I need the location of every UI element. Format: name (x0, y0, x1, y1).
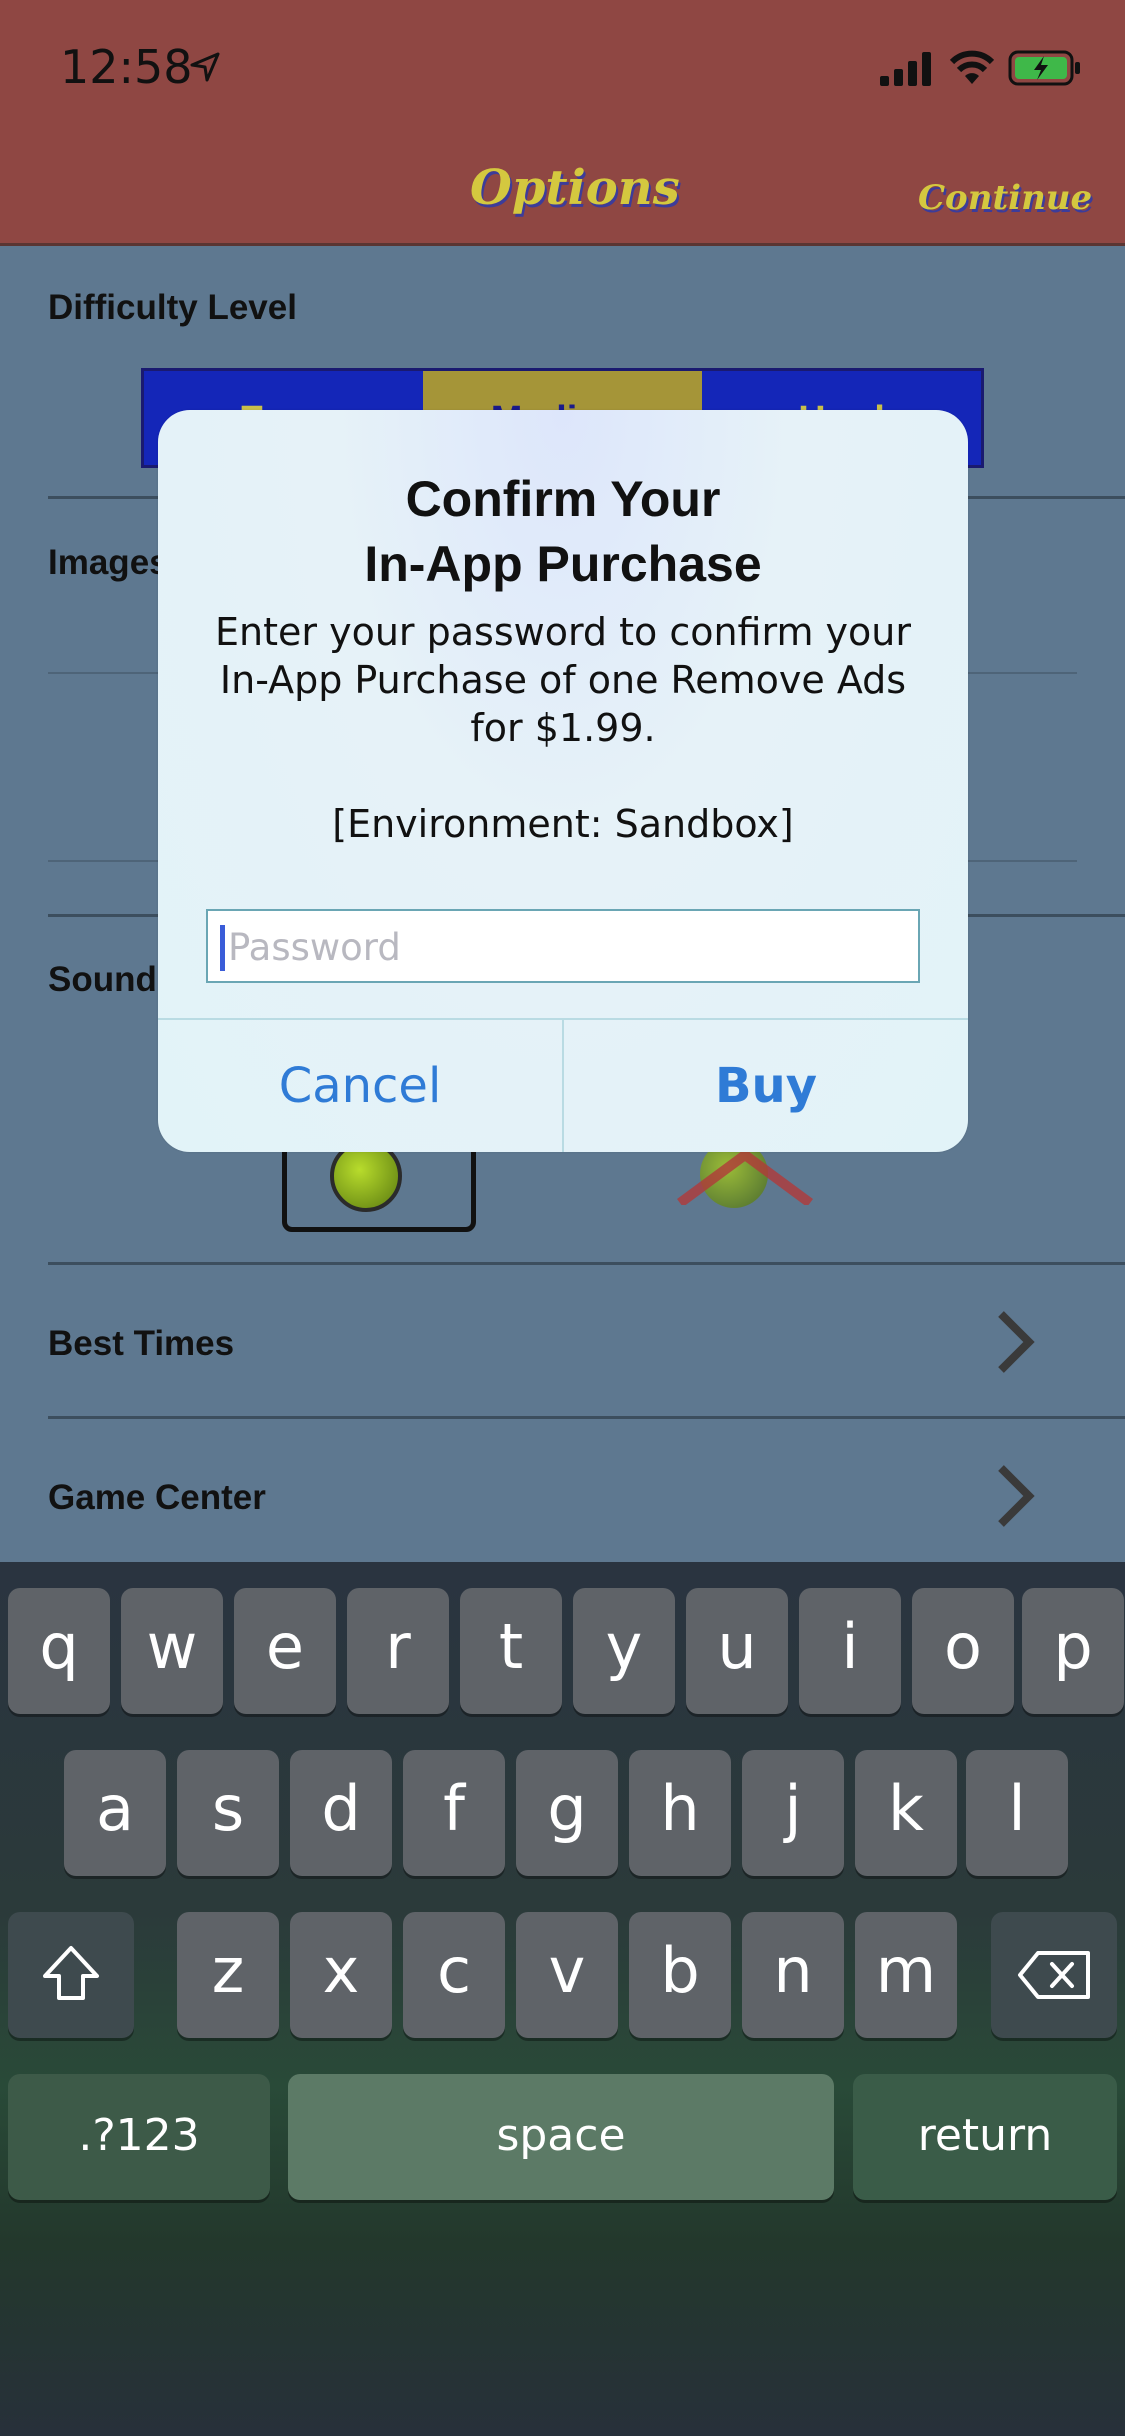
key-s[interactable]: s (177, 1750, 279, 1876)
shift-key[interactable] (8, 1912, 134, 2038)
key-r[interactable]: r (347, 1588, 449, 1714)
divider (48, 1262, 1125, 1265)
key-w[interactable]: w (121, 1588, 223, 1714)
page-title: Options (470, 160, 680, 216)
environment-label: [Environment: Sandbox] (332, 802, 794, 846)
key-h[interactable]: h (629, 1750, 731, 1876)
navigation-bar: 12:58 Options Continue (0, 0, 1125, 246)
chevron-right-icon (998, 1311, 1035, 1373)
dialog-title-line1: Confirm Your (405, 471, 721, 527)
wifi-icon (950, 50, 994, 84)
key-e[interactable]: e (234, 1588, 336, 1714)
sound-label: Sound (48, 960, 157, 999)
key-f[interactable]: f (403, 1750, 505, 1876)
images-label: Images (48, 543, 169, 582)
key-m[interactable]: m (855, 1912, 957, 2038)
dialog-message-line1: Enter your password to confirm your (215, 610, 911, 654)
status-time: 12:58 (60, 40, 193, 94)
key-j[interactable]: j (742, 1750, 844, 1876)
difficulty-label: Difficulty Level (48, 288, 297, 327)
key-v[interactable]: v (516, 1912, 618, 2038)
key-l[interactable]: l (966, 1750, 1068, 1876)
key-n[interactable]: n (742, 1912, 844, 2038)
purchase-confirmation-dialog: Confirm Your In-App Purchase Enter your … (158, 410, 968, 1152)
shift-arrow-icon (43, 1946, 99, 2000)
key-p[interactable]: p (1022, 1588, 1124, 1714)
numbers-key[interactable]: .?123 (8, 2074, 270, 2200)
key-t[interactable]: t (460, 1588, 562, 1714)
text-cursor (220, 925, 225, 971)
dialog-message-line2: In-App Purchase of one Remove Ads (219, 658, 907, 702)
key-o[interactable]: o (912, 1588, 1014, 1714)
key-d[interactable]: d (290, 1750, 392, 1876)
key-i[interactable]: i (799, 1588, 901, 1714)
buy-button[interactable]: Buy (564, 1020, 968, 1152)
chevron-right-icon (998, 1465, 1035, 1527)
key-q[interactable]: q (8, 1588, 110, 1714)
key-k[interactable]: k (855, 1750, 957, 1876)
key-b[interactable]: b (629, 1912, 731, 2038)
dialog-message-line3: for $1.99. (470, 706, 656, 750)
key-z[interactable]: z (177, 1912, 279, 2038)
location-arrow-icon (190, 52, 220, 82)
key-a[interactable]: a (64, 1750, 166, 1876)
password-field[interactable] (206, 909, 920, 983)
divider (48, 1416, 1125, 1419)
continue-button[interactable]: Continue (918, 178, 1092, 218)
key-y[interactable]: y (573, 1588, 675, 1714)
cancel-button[interactable]: Cancel (158, 1020, 562, 1152)
battery-charging-icon (1008, 50, 1080, 86)
key-u[interactable]: u (686, 1588, 788, 1714)
space-key[interactable]: space (288, 2074, 834, 2200)
key-g[interactable]: g (516, 1750, 618, 1876)
key-x[interactable]: x (290, 1912, 392, 2038)
cellular-signal-icon (880, 52, 931, 86)
password-input[interactable] (228, 917, 908, 977)
key-c[interactable]: c (403, 1912, 505, 2038)
game-center-label: Game Center (48, 1478, 266, 1517)
on-screen-keyboard: q w e r t y u i o p a s d f g h j k l z … (0, 1562, 1125, 2436)
dialog-title-line2: In-App Purchase (364, 536, 762, 592)
return-key[interactable]: return (853, 2074, 1117, 2200)
backspace-icon (1018, 1951, 1090, 1999)
best-times-label: Best Times (48, 1324, 235, 1363)
delete-key[interactable] (991, 1912, 1117, 2038)
